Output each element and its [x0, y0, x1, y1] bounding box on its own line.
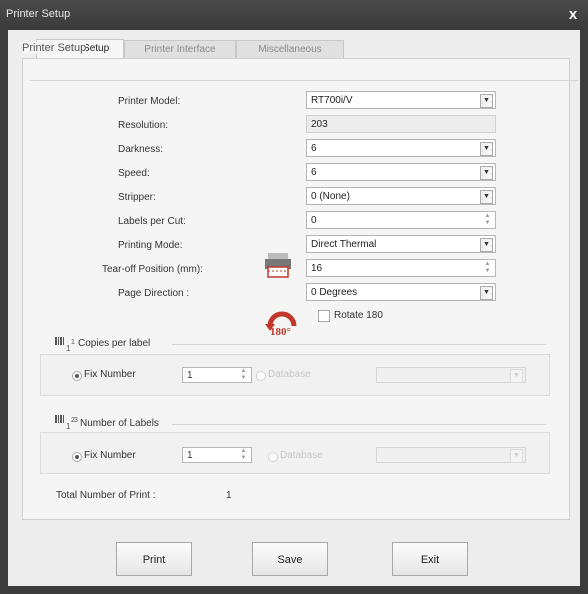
labels-per-cut-stepper[interactable]: 0 ▲ ▼	[306, 211, 496, 229]
rotate-badge: 180°	[270, 326, 291, 338]
chevron-down-icon[interactable]: ▼	[480, 190, 493, 204]
page-direction-label: Page Direction :	[118, 288, 190, 299]
copies-database-radio[interactable]	[256, 371, 266, 381]
copies-database-label: Database	[268, 369, 311, 380]
labels-database-radio[interactable]	[268, 452, 278, 462]
tab-printer-interface[interactable]: Printer Interface	[124, 40, 236, 59]
labels-database-label: Database	[280, 450, 323, 461]
labels-separator	[172, 424, 546, 425]
chevron-down-icon[interactable]: ▼	[480, 238, 493, 252]
chevron-down-icon[interactable]: ▼	[480, 166, 493, 180]
window-title: Printer Setup	[6, 8, 71, 20]
page-direction-select[interactable]: 0 Degrees ▼	[306, 283, 496, 301]
copies-fix-number-value: 1	[187, 370, 193, 381]
spinner-arrows-icon[interactable]: ▲ ▼	[238, 448, 249, 462]
tear-off-stepper[interactable]: 16 ▲ ▼	[306, 259, 496, 277]
copies-database-select[interactable]: ▼	[376, 367, 526, 383]
printer-model-select[interactable]: RT700i/V ▼	[306, 91, 496, 109]
group-label-printer-setup: Printer Setup	[22, 42, 87, 54]
barcode-labels-icon: 1 2 3	[54, 414, 78, 431]
printing-mode-select[interactable]: Direct Thermal ▼	[306, 235, 496, 253]
tear-off-value: 16	[311, 263, 323, 274]
tear-off-label: Tear-off Position (mm):	[102, 264, 203, 275]
labels-fix-number-stepper[interactable]: 1 ▲ ▼	[182, 447, 252, 463]
labels-fix-number-radio[interactable]	[72, 452, 82, 462]
labels-fix-number-label: Fix Number	[84, 450, 136, 461]
exit-button[interactable]: Exit	[392, 542, 468, 576]
rotate-180-icon: 180°	[264, 306, 302, 340]
stripper-select[interactable]: 0 (None) ▼	[306, 187, 496, 205]
copies-fix-number-radio[interactable]	[72, 371, 82, 381]
darkness-label: Darkness:	[118, 144, 164, 155]
rotate-checkbox[interactable]	[318, 310, 330, 322]
printer-model-label: Printer Model:	[118, 96, 181, 107]
svg-text:3: 3	[74, 417, 78, 424]
save-button[interactable]: Save	[252, 542, 328, 576]
rotate-label: Rotate 180	[334, 310, 383, 321]
resolution-label: Resolution:	[118, 120, 169, 131]
total-print-value: 1	[226, 490, 232, 501]
chevron-down-icon[interactable]: ▼	[510, 369, 523, 383]
barcode-copies-icon: 1 1	[54, 336, 76, 353]
spinner-arrows-icon[interactable]: ▲ ▼	[238, 368, 249, 382]
copies-fix-number-stepper[interactable]: 1 ▲ ▼	[182, 367, 252, 383]
darkness-select[interactable]: 6 ▼	[306, 139, 496, 157]
spinner-arrows-icon[interactable]: ▲ ▼	[482, 261, 493, 275]
tab-miscellaneous[interactable]: Miscellaneous	[236, 40, 344, 59]
chevron-down-icon[interactable]: ▼	[510, 449, 523, 463]
speed-select[interactable]: 6 ▼	[306, 163, 496, 181]
speed-label: Speed:	[118, 168, 150, 179]
stripper-label: Stripper:	[118, 192, 156, 203]
copies-per-label-title: Copies per label	[78, 338, 151, 349]
copies-separator	[172, 344, 546, 345]
chevron-down-icon[interactable]: ▼	[480, 286, 493, 300]
copies-fix-number-label: Fix Number	[84, 369, 136, 380]
resolution-field: 203	[306, 115, 496, 133]
svg-text:1: 1	[71, 339, 75, 346]
labels-per-cut-label: Labels per Cut:	[118, 216, 186, 227]
printer-setup-window: Printer Setup x Printer Setup Printer In…	[0, 0, 588, 594]
chevron-down-icon[interactable]: ▼	[480, 142, 493, 156]
resolution-value: 203	[311, 119, 328, 130]
darkness-value: 6	[311, 143, 317, 154]
speed-value: 6	[311, 167, 317, 178]
print-button[interactable]: Print	[116, 542, 192, 576]
group-frame-line	[30, 80, 578, 81]
total-print-label: Total Number of Print :	[56, 490, 156, 501]
printing-mode-label: Printing Mode:	[118, 240, 183, 251]
number-of-labels-title: Number of Labels	[80, 418, 159, 429]
printer-tearoff-icon	[264, 252, 292, 278]
title-bar: Printer Setup x	[0, 0, 588, 30]
labels-fix-number-value: 1	[187, 450, 193, 461]
page-direction-value: 0 Degrees	[311, 287, 358, 298]
printing-mode-value: Direct Thermal	[311, 239, 377, 250]
chevron-down-icon[interactable]: ▼	[480, 94, 493, 108]
labels-database-select[interactable]: ▼	[376, 447, 526, 463]
stripper-value: 0 (None)	[311, 191, 350, 202]
labels-per-cut-value: 0	[311, 215, 317, 226]
printer-model-value: RT700i/V	[311, 95, 353, 106]
close-icon[interactable]: x	[564, 6, 582, 24]
spinner-arrows-icon[interactable]: ▲ ▼	[482, 213, 493, 227]
